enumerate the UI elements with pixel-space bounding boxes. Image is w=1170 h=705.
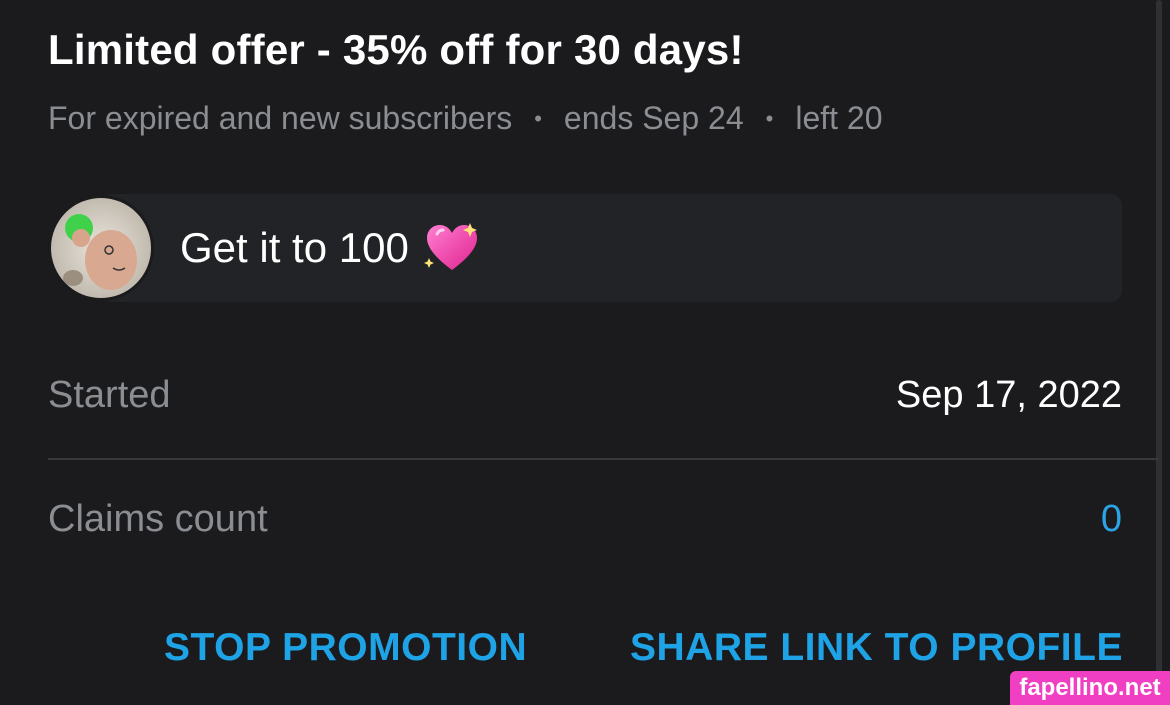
claims-label: Claims count <box>48 498 268 540</box>
meta-separator: • <box>765 105 774 131</box>
meta-separator: • <box>534 105 542 131</box>
promotion-message: Get it to 100 <box>48 194 1122 302</box>
avatar-image <box>51 198 151 298</box>
promotion-meta: For expired and new subscribers • ends S… <box>48 100 883 137</box>
promotion-audience: For expired and new subscribers <box>48 100 513 136</box>
promotion-title: Limited offer - 35% off for 30 days! <box>48 26 744 73</box>
avatar[interactable] <box>48 195 154 301</box>
claims-count-link[interactable]: 0 <box>1101 498 1122 541</box>
watermark: fapellino.net <box>1010 671 1170 705</box>
message-text: Get it to 100 <box>180 224 409 271</box>
promotion-end-date: ends Sep 24 <box>563 100 744 136</box>
stop-promotion-button[interactable]: STOP PROMOTION <box>164 626 527 670</box>
share-link-to-profile-button[interactable]: SHARE LINK TO PROFILE <box>630 626 1123 670</box>
scrollbar[interactable] <box>1156 0 1162 705</box>
divider <box>48 458 1158 460</box>
message-text-wrap: Get it to 100 <box>180 222 481 274</box>
started-value: Sep 17, 2022 <box>895 374 1122 416</box>
promotion-detail-screen: Limited offer - 35% off for 30 days! For… <box>0 0 1170 705</box>
started-label: Started <box>48 374 171 416</box>
sparkling-heart-icon <box>423 222 481 274</box>
claims-row: Claims count 0 <box>48 498 1122 541</box>
started-row: Started Sep 17, 2022 <box>48 374 1122 417</box>
promotion-remaining: left 20 <box>795 100 883 136</box>
